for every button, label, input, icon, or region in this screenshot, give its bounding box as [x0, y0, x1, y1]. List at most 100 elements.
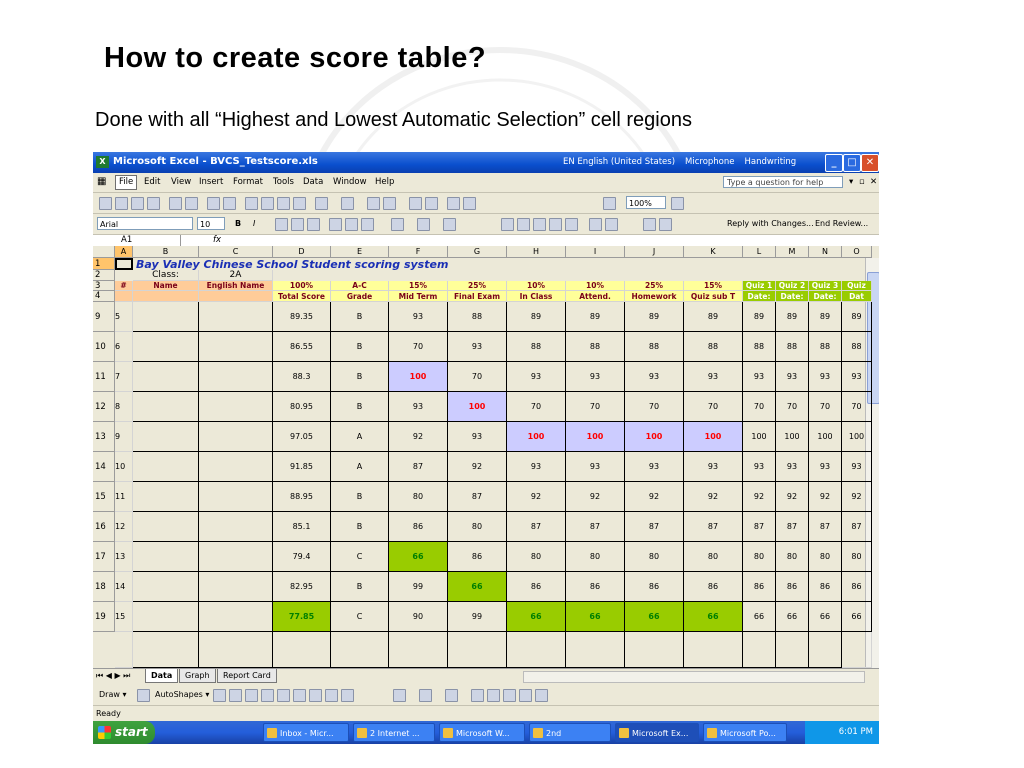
score-cell[interactable]: 88	[842, 332, 872, 362]
student-english-name[interactable]	[199, 482, 273, 512]
column-label-header[interactable]: Mid Term	[389, 291, 448, 302]
close-button[interactable]: ✕	[861, 154, 879, 172]
column-label-header[interactable]: Final Exam	[448, 291, 507, 302]
score-cell[interactable]: 100	[809, 422, 842, 452]
score-cell[interactable]: 66	[389, 542, 448, 572]
student-name[interactable]	[133, 482, 199, 512]
column-label-header[interactable]	[133, 291, 199, 302]
score-cell[interactable]: 93	[389, 392, 448, 422]
score-cell[interactable]: 66	[776, 602, 809, 632]
column-header-j[interactable]: J	[625, 246, 684, 258]
arrow-icon[interactable]	[229, 689, 242, 702]
hyperlink-icon[interactable]	[367, 197, 380, 210]
score-cell[interactable]: 85.1	[273, 512, 331, 542]
score-cell[interactable]: B	[331, 362, 389, 392]
score-cell[interactable]: C	[331, 542, 389, 572]
name-box[interactable]: A1	[95, 235, 181, 246]
score-cell[interactable]: 92	[389, 422, 448, 452]
menu-data[interactable]: Data	[303, 177, 323, 187]
column-label-header[interactable]: Date:	[776, 291, 809, 302]
taskbar-powerpoint[interactable]: Microsoft Po...	[703, 723, 787, 742]
tab-data[interactable]: Data	[145, 669, 179, 683]
score-cell[interactable]: 100	[684, 422, 743, 452]
select-all-corner[interactable]	[93, 246, 115, 258]
score-cell[interactable]: 80	[842, 542, 872, 572]
menu-format[interactable]: Format	[233, 177, 263, 187]
score-cell[interactable]: B	[331, 572, 389, 602]
score-cell[interactable]: 87	[684, 512, 743, 542]
score-cell[interactable]: 93	[625, 362, 684, 392]
dash-style-icon[interactable]	[487, 689, 500, 702]
weight-header[interactable]: Quiz	[842, 281, 872, 291]
score-cell[interactable]: 88	[809, 332, 842, 362]
chart-wizard-icon[interactable]	[447, 197, 460, 210]
row-header-15[interactable]: 15	[93, 482, 115, 512]
score-cell[interactable]: 100	[448, 392, 507, 422]
help-icon[interactable]	[671, 197, 684, 210]
taskbar-internet[interactable]: 2 Internet ...	[353, 723, 435, 742]
score-cell[interactable]: A	[331, 422, 389, 452]
score-cell[interactable]: 89	[743, 302, 776, 332]
student-number[interactable]: 11	[115, 482, 133, 512]
score-cell[interactable]: 86	[776, 572, 809, 602]
score-cell[interactable]: 92	[842, 482, 872, 512]
column-label-header[interactable]: Date:	[809, 291, 842, 302]
textbox-icon[interactable]	[277, 689, 290, 702]
score-cell[interactable]: 93	[743, 452, 776, 482]
score-cell[interactable]: 99	[448, 602, 507, 632]
student-number[interactable]: 15	[115, 602, 133, 632]
weight-header[interactable]: 25%	[625, 281, 684, 291]
student-english-name[interactable]	[199, 332, 273, 362]
score-cell[interactable]: 80	[507, 542, 566, 572]
row-header-12[interactable]: 12	[93, 392, 115, 422]
column-header-n[interactable]: N	[809, 246, 842, 258]
review-icon[interactable]	[501, 218, 514, 231]
column-header-i[interactable]: I	[566, 246, 625, 258]
student-number[interactable]: 10	[115, 452, 133, 482]
empty-cell[interactable]	[389, 632, 448, 668]
research-icon[interactable]	[223, 197, 236, 210]
score-cell[interactable]: 86	[842, 572, 872, 602]
taskbar-2nd[interactable]: 2nd	[529, 723, 611, 742]
score-cell[interactable]: A	[331, 452, 389, 482]
score-cell[interactable]: B	[331, 392, 389, 422]
empty-cell[interactable]	[566, 632, 625, 668]
empty-cell[interactable]	[776, 632, 809, 668]
student-name[interactable]	[133, 452, 199, 482]
score-cell[interactable]: 70	[566, 392, 625, 422]
sort-ascending-icon[interactable]	[409, 197, 422, 210]
score-cell[interactable]: 66	[625, 602, 684, 632]
tab-report-card[interactable]: Report Card	[217, 669, 277, 683]
column-header-b[interactable]: B	[133, 246, 199, 258]
review-icon-3[interactable]	[533, 218, 546, 231]
student-name[interactable]	[133, 512, 199, 542]
workbook-icon[interactable]: ▦	[97, 176, 106, 187]
score-cell[interactable]: 86	[684, 572, 743, 602]
student-number[interactable]: 9	[115, 422, 133, 452]
weight-header[interactable]: English Name	[199, 281, 273, 291]
column-header-c[interactable]: C	[199, 246, 273, 258]
handwriting-item[interactable]: Handwriting	[745, 157, 797, 167]
student-english-name[interactable]	[199, 422, 273, 452]
tab-graph[interactable]: Graph	[179, 669, 216, 683]
weight-header[interactable]: Quiz 2	[776, 281, 809, 291]
wordart-icon[interactable]	[293, 689, 306, 702]
score-cell[interactable]: 86	[566, 572, 625, 602]
microphone-item[interactable]: Microphone	[685, 157, 734, 167]
bold-icon[interactable]: B	[235, 219, 241, 228]
score-cell[interactable]: 86	[743, 572, 776, 602]
weight-header[interactable]: 15%	[684, 281, 743, 291]
column-label-header[interactable]	[115, 291, 133, 302]
score-cell[interactable]: 99	[389, 572, 448, 602]
column-label-header[interactable]: Total Score	[273, 291, 331, 302]
row-header-1[interactable]: 1	[93, 258, 115, 270]
score-cell[interactable]: 92	[809, 482, 842, 512]
score-cell[interactable]: 66	[743, 602, 776, 632]
line-style-icon[interactable]	[471, 689, 484, 702]
end-review-button[interactable]: End Review...	[815, 219, 868, 228]
score-cell[interactable]: C	[331, 602, 389, 632]
score-cell[interactable]: 80	[776, 542, 809, 572]
student-english-name[interactable]	[199, 512, 273, 542]
score-cell[interactable]: 93	[566, 362, 625, 392]
score-cell[interactable]: 88	[625, 332, 684, 362]
